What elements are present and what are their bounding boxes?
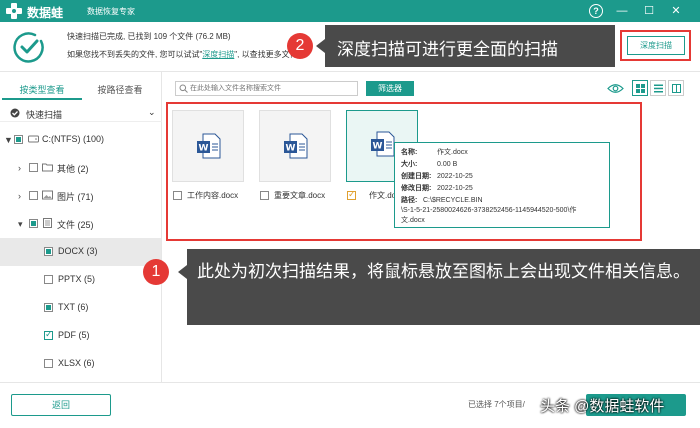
tree-checkbox[interactable] bbox=[29, 191, 38, 200]
watermark: 头条 @数据蛙软件 bbox=[540, 398, 665, 415]
app-name: 数据蛙 bbox=[27, 6, 64, 20]
sidebar: 按类型查看 按路径查看 快速扫描 ⌄ ▼ C:(NTFS) (100) › 其他… bbox=[0, 72, 162, 382]
quick-scan-header[interactable]: 快速扫描 ⌄ bbox=[0, 104, 162, 122]
tree-checkbox[interactable] bbox=[44, 359, 53, 368]
tree-item-docx[interactable]: DOCX (3) bbox=[0, 238, 161, 266]
app-subtitle: 数据恢复专家 bbox=[87, 7, 135, 16]
tree-item-other[interactable]: › 其他 (2) bbox=[0, 154, 161, 182]
callout-text: 此处为初次扫描结果，将鼠标悬放至图标上会出现文件相关信息。 bbox=[197, 262, 690, 281]
scan-result-text: 快速扫描已完成, 已找到 109 个文件 (76.2 MB) bbox=[67, 32, 231, 41]
tree-item-txt[interactable]: TXT (6) bbox=[0, 294, 161, 322]
sidebar-tabs: 按类型查看 按路径查看 bbox=[0, 80, 162, 100]
tree-item-label: 文件 (25) bbox=[57, 220, 94, 230]
tree-checkbox[interactable] bbox=[29, 163, 38, 172]
chevron-down-icon[interactable]: ▾ bbox=[18, 219, 26, 229]
callout-text: 深度扫描可进行更全面的扫描 bbox=[337, 40, 558, 59]
selection-summary: 已选择 7个项目/ bbox=[468, 400, 525, 409]
app-window: 数据蛙 数据恢复专家 ? — ☐ ✕ 快速扫描已完成, 已找到 109 个文件 … bbox=[0, 0, 700, 428]
document-icon bbox=[43, 218, 52, 228]
back-button[interactable]: 返回 bbox=[11, 394, 111, 416]
eye-icon[interactable] bbox=[607, 81, 624, 96]
deep-scan-link[interactable]: 深度扫描 bbox=[202, 50, 234, 59]
close-button[interactable]: ✕ bbox=[668, 3, 684, 19]
tree-item-label: PDF (5) bbox=[58, 330, 90, 340]
quick-scan-status-icon bbox=[10, 108, 20, 118]
search-box[interactable] bbox=[175, 81, 358, 96]
tree-item-label: XLSX (6) bbox=[58, 358, 95, 368]
chevron-down-icon[interactable]: ▼ bbox=[4, 135, 13, 145]
tree-checkbox[interactable] bbox=[44, 247, 53, 256]
minimize-button[interactable]: — bbox=[614, 3, 630, 19]
scan-complete-check-icon bbox=[13, 32, 44, 63]
step-badge-1: 1 bbox=[143, 259, 169, 285]
tree-item-label: 其他 (2) bbox=[57, 164, 89, 174]
detail-view-button[interactable] bbox=[668, 80, 684, 96]
drive-icon bbox=[28, 135, 39, 143]
grid-view-button[interactable] bbox=[632, 80, 648, 96]
list-view-button[interactable] bbox=[650, 80, 666, 96]
tree-checkbox[interactable] bbox=[44, 303, 53, 312]
search-input[interactable] bbox=[190, 83, 355, 94]
tree-item-label: PPTX (5) bbox=[58, 274, 96, 284]
app-logo-icon bbox=[6, 3, 22, 19]
tree-item-label: 图片 (71) bbox=[57, 192, 94, 202]
detail-view-icon bbox=[672, 84, 681, 93]
chevron-right-icon[interactable]: › bbox=[18, 191, 26, 201]
callout-arrow bbox=[178, 265, 187, 279]
callout-deep-scan: 深度扫描可进行更全面的扫描 bbox=[325, 25, 615, 67]
tree-item-label: DOCX (3) bbox=[58, 246, 98, 256]
tab-view-by-path[interactable]: 按路径查看 bbox=[80, 80, 160, 100]
tree-item-label: TXT (6) bbox=[58, 302, 89, 312]
tree-checkbox[interactable] bbox=[14, 135, 23, 144]
list-view-icon bbox=[654, 84, 663, 93]
tree-item-images[interactable]: › 图片 (71) bbox=[0, 182, 161, 210]
image-icon bbox=[42, 190, 53, 200]
chevron-down-icon[interactable]: ⌄ bbox=[148, 107, 156, 118]
step-badge-2: 2 bbox=[287, 33, 313, 59]
deep-scan-hint-prefix: 如果您找不到丢失的文件, 您可以试试" bbox=[67, 50, 203, 59]
tree-item-drive-c[interactable]: ▼ C:(NTFS) (100) bbox=[0, 126, 161, 154]
callout-arrow bbox=[316, 39, 325, 53]
tree-checkbox[interactable] bbox=[44, 329, 53, 340]
filter-button[interactable]: 筛选器 bbox=[366, 81, 414, 96]
title-bar: 数据蛙 数据恢复专家 ? — ☐ ✕ bbox=[0, 0, 700, 22]
footer-bar: 返回 已选择 7个项目/ 头条 @数据蛙软件 bbox=[0, 382, 700, 428]
callout-scan-results: 此处为初次扫描结果，将鼠标悬放至图标上会出现文件相关信息。 bbox=[187, 249, 700, 325]
maximize-button[interactable]: ☐ bbox=[641, 3, 657, 19]
tree-checkbox[interactable] bbox=[29, 219, 38, 228]
tree-item-documents[interactable]: ▾ 文件 (25) bbox=[0, 210, 161, 238]
tree-item-xlsx[interactable]: XLSX (6) bbox=[0, 350, 161, 378]
grid-view-icon bbox=[636, 84, 645, 93]
deep-scan-button[interactable]: 深度扫描 bbox=[627, 36, 685, 55]
quick-scan-label: 快速扫描 bbox=[26, 110, 63, 120]
scan-results-highlight-box bbox=[166, 102, 642, 241]
tree-checkbox[interactable] bbox=[44, 275, 53, 284]
tab-view-by-type[interactable]: 按类型查看 bbox=[2, 80, 82, 100]
tree-item-pptx[interactable]: PPTX (5) bbox=[0, 266, 161, 294]
help-button[interactable]: ? bbox=[589, 4, 603, 18]
tree-item-label: C:(NTFS) (100) bbox=[42, 134, 105, 144]
deep-scan-hint: 如果您找不到丢失的文件, 您可以试试"深度扫描", 以查找更多文件。 bbox=[67, 49, 306, 60]
tree-item-pdf[interactable]: PDF (5) bbox=[0, 322, 161, 350]
chevron-right-icon[interactable]: › bbox=[18, 163, 26, 173]
folder-icon bbox=[42, 163, 53, 172]
search-icon bbox=[179, 84, 188, 93]
